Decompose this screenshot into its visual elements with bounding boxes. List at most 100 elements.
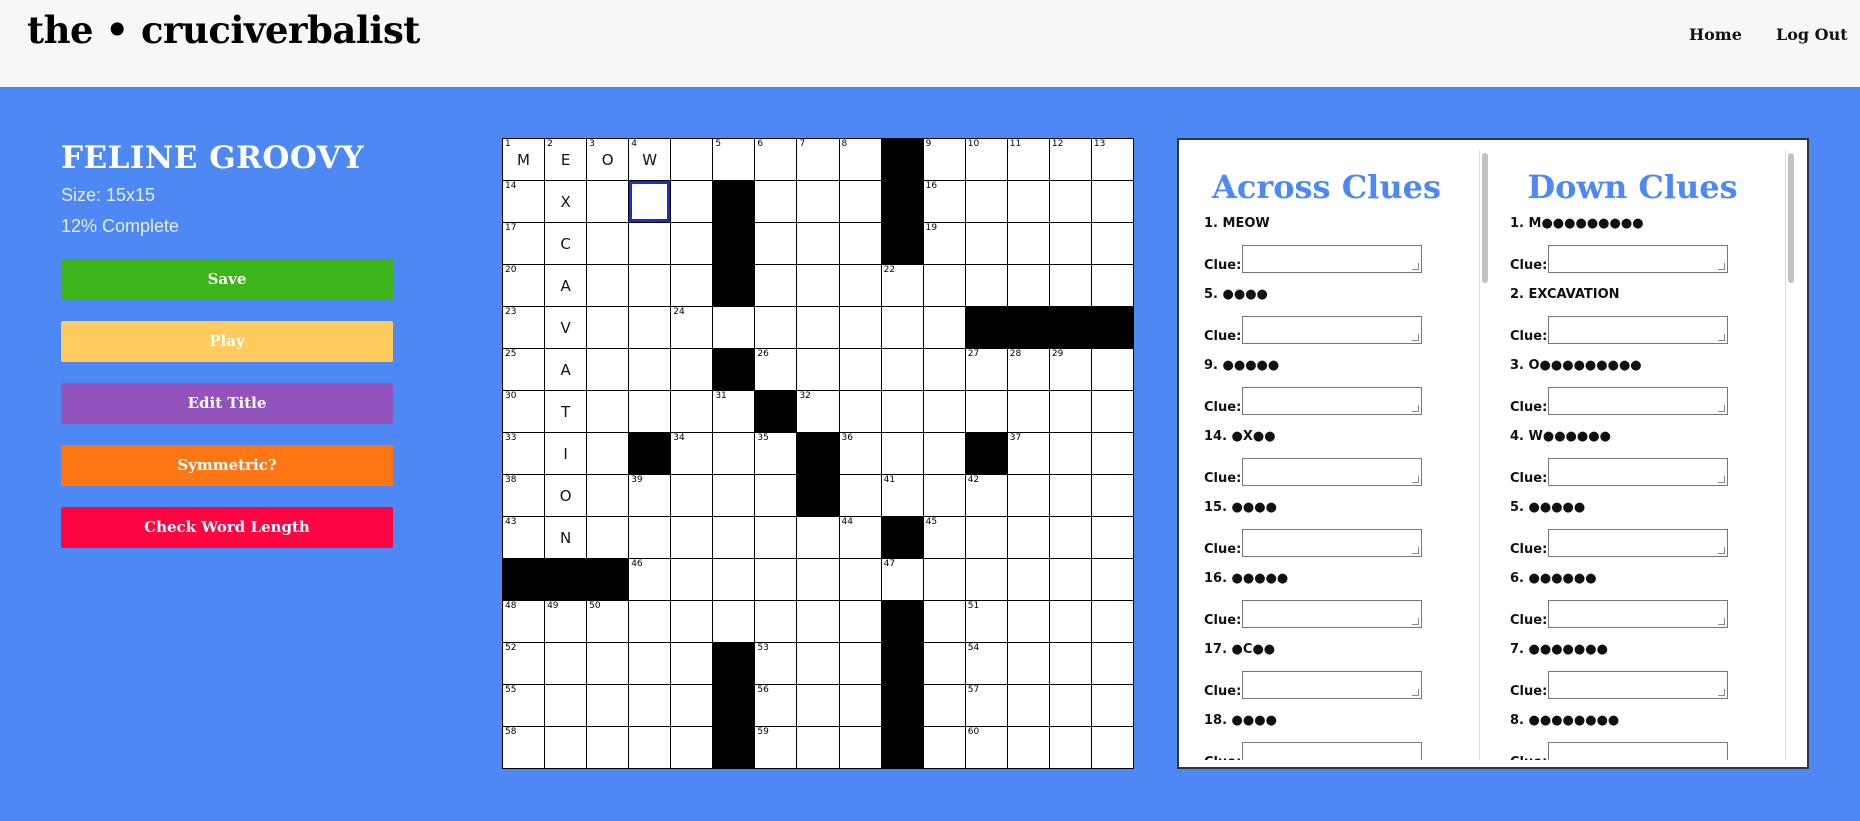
grid-cell[interactable] — [1049, 181, 1091, 222]
grid-cell[interactable]: 20 — [503, 265, 545, 306]
grid-cell[interactable] — [1091, 391, 1133, 432]
grid-cell[interactable] — [839, 349, 881, 390]
grid-cell[interactable] — [671, 685, 713, 726]
grid-cell[interactable] — [839, 265, 881, 306]
grid-cell[interactable] — [587, 391, 629, 432]
grid-cell[interactable]: 46 — [629, 559, 671, 600]
grid-cell[interactable]: 2E — [545, 139, 587, 180]
puzzle-title[interactable]: FELINE GROOVY — [61, 140, 393, 176]
grid-cell[interactable]: A — [545, 349, 587, 390]
grid-cell[interactable] — [587, 643, 629, 684]
grid-cell[interactable] — [713, 307, 755, 348]
grid-cell[interactable] — [587, 517, 629, 558]
grid-cell[interactable] — [671, 349, 713, 390]
grid-cell[interactable]: 31 — [713, 391, 755, 432]
grid-cell[interactable] — [1091, 265, 1133, 306]
grid-cell[interactable] — [1007, 265, 1049, 306]
grid-cell[interactable]: 41 — [881, 475, 923, 516]
grid-cell[interactable] — [1049, 517, 1091, 558]
grid-cell[interactable]: 1M — [503, 139, 545, 180]
grid-cell[interactable] — [1007, 517, 1049, 558]
grid-cell[interactable] — [1049, 265, 1091, 306]
grid-cell[interactable] — [923, 643, 965, 684]
grid-cell[interactable] — [839, 643, 881, 684]
grid-cell[interactable] — [713, 433, 755, 474]
grid-cell[interactable]: 17 — [503, 223, 545, 264]
black-square[interactable] — [587, 559, 629, 600]
grid-cell[interactable]: 58 — [503, 727, 545, 768]
grid-cell[interactable]: 28 — [1007, 349, 1049, 390]
grid-cell[interactable] — [1091, 349, 1133, 390]
grid-cell[interactable] — [1007, 475, 1049, 516]
grid-cell[interactable]: 14 — [503, 181, 545, 222]
scrollbar-thumb[interactable] — [1482, 153, 1488, 283]
grid-cell[interactable] — [839, 601, 881, 642]
grid-cell[interactable] — [797, 559, 839, 600]
grid-cell[interactable]: 25 — [503, 349, 545, 390]
grid-cell[interactable]: 56 — [755, 685, 797, 726]
grid-cell[interactable]: 13 — [1091, 139, 1133, 180]
grid-cell[interactable] — [965, 181, 1007, 222]
grid-cell[interactable] — [1049, 433, 1091, 474]
grid-cell[interactable]: 55 — [503, 685, 545, 726]
black-square[interactable] — [545, 559, 587, 600]
grid-cell[interactable] — [965, 265, 1007, 306]
grid-cell[interactable] — [839, 685, 881, 726]
grid-cell[interactable] — [797, 349, 839, 390]
grid-cell[interactable]: 50 — [587, 601, 629, 642]
grid-cell[interactable] — [1007, 559, 1049, 600]
grid-cell[interactable] — [797, 727, 839, 768]
grid-cell[interactable]: 29 — [1049, 349, 1091, 390]
grid-cell[interactable] — [587, 727, 629, 768]
black-square[interactable] — [881, 643, 923, 684]
grid-cell[interactable] — [839, 391, 881, 432]
black-square[interactable] — [881, 601, 923, 642]
grid-cell[interactable] — [1091, 601, 1133, 642]
grid-cell[interactable] — [923, 727, 965, 768]
black-square[interactable] — [713, 265, 755, 306]
grid-cell[interactable] — [671, 475, 713, 516]
grid-cell[interactable] — [587, 181, 629, 222]
grid-cell[interactable] — [1049, 559, 1091, 600]
clue-textarea[interactable] — [1548, 742, 1728, 760]
clue-textarea[interactable] — [1242, 458, 1422, 486]
grid-cell[interactable] — [1007, 601, 1049, 642]
grid-cell-selected[interactable] — [629, 181, 671, 222]
grid-cell[interactable] — [881, 349, 923, 390]
grid-cell[interactable] — [755, 307, 797, 348]
grid-cell[interactable]: 60 — [965, 727, 1007, 768]
grid-cell[interactable] — [965, 559, 1007, 600]
grid-cell[interactable] — [713, 475, 755, 516]
grid-cell[interactable] — [1049, 475, 1091, 516]
grid-cell[interactable] — [1091, 559, 1133, 600]
grid-cell[interactable] — [1049, 223, 1091, 264]
grid-cell[interactable] — [923, 265, 965, 306]
grid-cell[interactable] — [713, 559, 755, 600]
grid-cell[interactable] — [713, 517, 755, 558]
grid-cell[interactable] — [629, 391, 671, 432]
grid-cell[interactable] — [671, 139, 713, 180]
grid-cell[interactable]: 32 — [797, 391, 839, 432]
grid-cell[interactable] — [629, 685, 671, 726]
grid-cell[interactable] — [839, 559, 881, 600]
grid-cell[interactable]: 57 — [965, 685, 1007, 726]
grid-cell[interactable] — [629, 307, 671, 348]
grid-cell[interactable]: 38 — [503, 475, 545, 516]
grid-cell[interactable]: 19 — [923, 223, 965, 264]
grid-cell[interactable]: 49 — [545, 601, 587, 642]
grid-cell[interactable]: 59 — [755, 727, 797, 768]
clue-textarea[interactable] — [1548, 316, 1728, 344]
grid-cell[interactable] — [629, 601, 671, 642]
black-square[interactable] — [713, 727, 755, 768]
grid-cell[interactable] — [671, 643, 713, 684]
grid-cell[interactable]: 48 — [503, 601, 545, 642]
grid-cell[interactable] — [965, 391, 1007, 432]
black-square[interactable] — [755, 391, 797, 432]
grid-cell[interactable] — [797, 685, 839, 726]
grid-cell[interactable]: 43 — [503, 517, 545, 558]
nav-logout-link[interactable]: Log Out — [1776, 25, 1848, 44]
black-square[interactable] — [1091, 307, 1133, 348]
grid-cell[interactable] — [797, 223, 839, 264]
clue-textarea[interactable] — [1242, 671, 1422, 699]
grid-cell[interactable] — [545, 727, 587, 768]
